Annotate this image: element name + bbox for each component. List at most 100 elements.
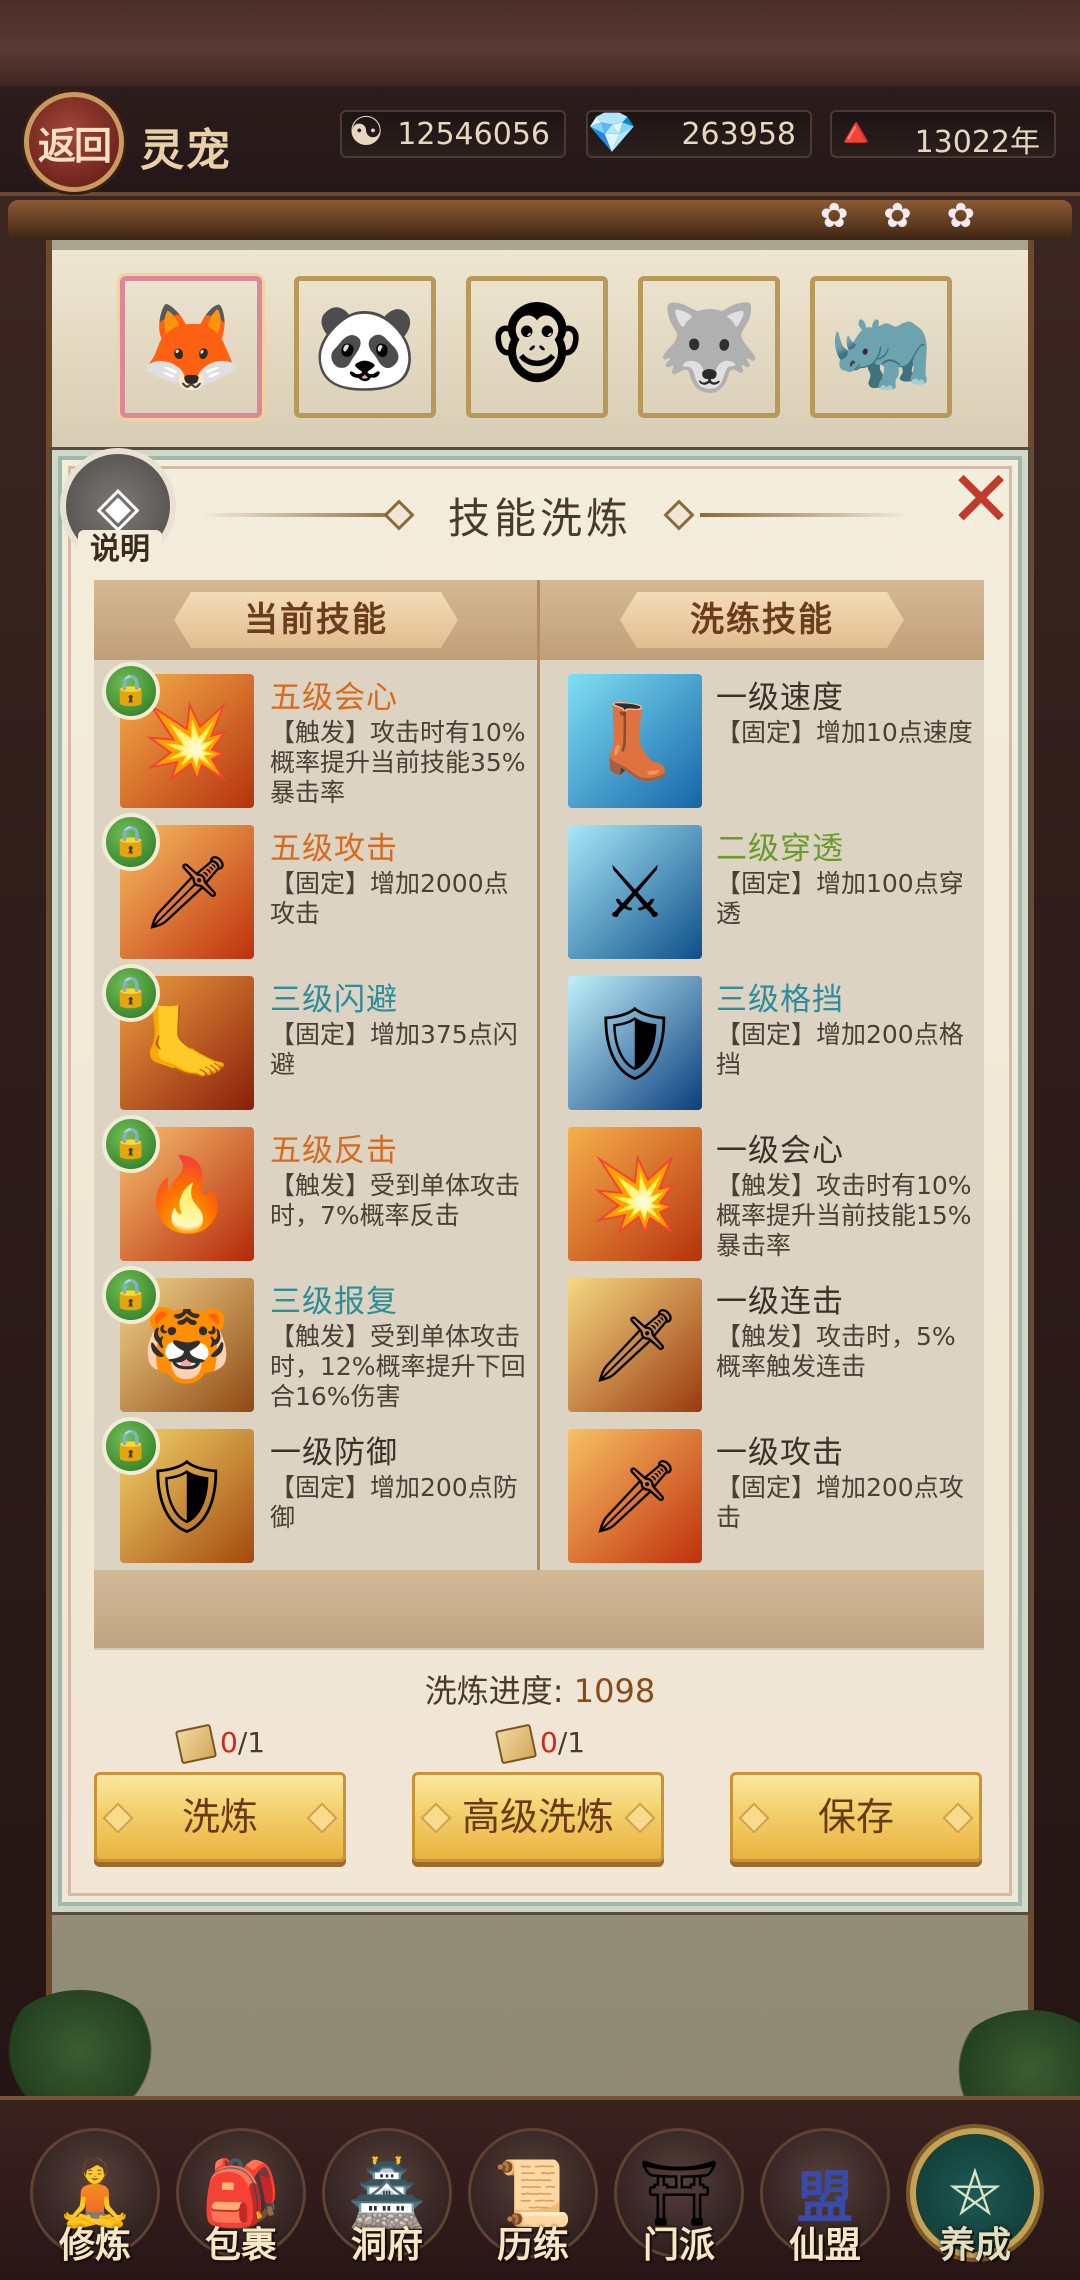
help-diamond-icon: ◈ [96,473,140,539]
pet-slot-white-fox[interactable]: 🦊 [120,276,262,418]
lock-icon[interactable]: 🔒 [102,1115,160,1173]
skill-description: 【触发】攻击时有10%概率提升当前技能35%暴击率 [270,718,526,807]
current-skill-row[interactable]: 🦶 🔒 三级闪避 【固定】增加375点闪避 [94,964,538,1114]
nav-label: 门派 [642,2225,715,2266]
lock-icon[interactable]: 🔒 [102,1266,160,1324]
skill-description: 【触发】攻击时，5%概率触发连击 [716,1322,956,1381]
skill-description: 【触发】攻击时有10%概率提升当前技能15%暴击率 [716,1171,972,1260]
lock-icon[interactable]: 🔒 [102,662,160,720]
pet-slot-monkey[interactable]: 🐵 [466,276,608,418]
advanced-refine-button[interactable]: 高级洗炼 [412,1772,664,1862]
cost-have: 0 [540,1726,558,1759]
penetration-icon: ⚔ [568,825,702,959]
skill-name: 五级攻击 [270,831,398,867]
lock-icon[interactable]: 🔒 [102,1417,160,1475]
refine-skill-row: 🗡 一级攻击 【固定】增加200点攻击 [540,1417,984,1567]
nav-nurture[interactable]: ⛤ 养成 [910,2128,1040,2268]
skill-name: 三级格挡 [716,982,844,1018]
refine-skill-row: 🛡 三级格挡 【固定】增加200点格挡 [540,964,984,1114]
refine-book-icon [174,1723,218,1765]
refine-skills-title: 洗练技能 [620,592,904,648]
nav-label: 仙盟 [788,2225,861,2266]
cost-need: /1 [237,1726,266,1759]
skill-name: 三级报复 [270,1284,398,1320]
resource-coins: ☯ 12546056 [340,109,566,158]
current-skill-row[interactable]: 🐯 🔒 三级报复 【触发】受到单体攻击时，12%概率提升下回合16%伤害 [94,1266,538,1416]
monkey-portrait-icon: 🐵 [488,298,586,396]
refine-skills-header: 洗练技能 [540,580,984,660]
skill-name: 一级会心 [716,1133,844,1169]
nav-label: 洞府 [350,2225,423,2266]
skill-description: 【触发】受到单体攻击时，7%概率反击 [270,1171,521,1230]
pet-slot-wolf[interactable]: 🐺 [638,276,780,418]
refine-skill-row: 🗡 一级连击 【触发】攻击时，5%概率触发连击 [540,1266,984,1416]
skill-name: 五级反击 [270,1133,398,1169]
back-button[interactable]: 返回 [24,92,124,192]
resource-crystals: 💎 263958 [586,110,812,158]
skill-description: 【触发】受到单体攻击时，12%概率提升下回合16%伤害 [270,1322,526,1411]
pet-slot-panda[interactable]: 🐼 [294,276,436,418]
current-skills-column: 💥 🔒 五级会心 【触发】攻击时有10%概率提升当前技能35%暴击率 🗡 🔒 五… [94,660,538,1570]
pet-slot-armored-beast[interactable]: 🦏 [810,276,952,418]
nav-bag[interactable]: 🎒 包裹 [176,2128,306,2268]
nav-label: 历练 [496,2225,569,2266]
lock-icon[interactable]: 🔒 [102,964,160,1022]
nav-label: 养成 [938,2225,1011,2266]
white-fox-portrait-icon: 🦊 [138,297,244,396]
skill-description: 【固定】增加200点格挡 [716,1020,964,1079]
flaming-sword-icon: 🗡 [568,1429,702,1563]
page-title: 灵宠 [140,125,232,176]
crystal-icon: 💎 [587,109,637,156]
close-button[interactable]: ✕ [946,461,1016,539]
panda-portrait-icon: 🐼 [312,297,418,396]
refine-cost: 0/1 [174,1723,266,1766]
advanced-refine-cost: 0/1 [494,1723,586,1766]
nav-alliance[interactable]: 盟 仙盟 [760,2128,890,2268]
critical-strike-icon: 💥 [568,1127,702,1261]
wolf-portrait-icon: 🐺 [656,297,762,396]
nav-cave[interactable]: 🏯 洞府 [322,2128,452,2268]
resource-years-value: 13022年 [914,125,1040,160]
refine-button[interactable]: 洗炼 [94,1772,346,1862]
refine-progress: 洗炼进度: 1098 [52,1666,1028,1712]
save-button[interactable]: 保存 [730,1772,982,1862]
refine-skill-row: 👢 一级速度 【固定】增加10点速度 [540,662,984,812]
nav-cultivate[interactable]: 🧘 修炼 [30,2128,160,2268]
skill-name: 三级闪避 [270,982,398,1018]
resource-coins-value: 12546056 [397,117,550,152]
skill-description: 【固定】增加2000点攻击 [270,869,509,928]
current-skill-row[interactable]: 💥 🔒 五级会心 【触发】攻击时有10%概率提升当前技能35%暴击率 [94,662,538,812]
resource-years: 🔺 13022年 [830,110,1056,160]
pine-tree-decoration-left [0,1990,160,2110]
combo-blades-icon: 🗡 [568,1278,702,1412]
skill-name: 一级速度 [716,680,844,716]
lock-icon[interactable]: 🔒 [102,813,160,871]
progress-label: 洗炼进度: [424,1672,564,1710]
refine-skill-row: ⚔ 二级穿透 【固定】增加100点穿透 [540,813,984,963]
nav-training[interactable]: 📜 历练 [468,2128,598,2268]
resource-crystals-value: 263958 [681,117,796,152]
current-skill-row[interactable]: 🔥 🔒 五级反击 【触发】受到单体攻击时，7%概率反击 [94,1115,538,1265]
current-skills-title: 当前技能 [174,592,458,648]
refine-skill-row: 💥 一级会心 【触发】攻击时有10%概率提升当前技能15%暴击率 [540,1115,984,1265]
skills-footer-bar [94,1570,984,1648]
skill-description: 【固定】增加200点防御 [270,1473,518,1532]
taiji-coin-icon: ☯ [348,109,384,155]
top-header: 返回 灵宠 ☯ 12546056 💎 263958 🔺 13022年 [0,86,1080,196]
nav-label: 包裹 [204,2225,277,2266]
current-skill-row[interactable]: 🗡 🔒 五级攻击 【固定】增加2000点攻击 [94,813,538,963]
skill-name: 一级防御 [270,1435,398,1471]
skill-description: 【固定】增加200点攻击 [716,1473,964,1532]
cost-have: 0 [220,1726,238,1759]
help-label[interactable]: 说明 [78,530,162,570]
nav-label: 修炼 [58,2225,131,2266]
nav-sect[interactable]: ⛩ 门派 [614,2128,744,2268]
current-skill-row[interactable]: 🛡 🔒 一级防御 【固定】增加200点防御 [94,1417,538,1567]
skill-name: 五级会心 [270,680,398,716]
cost-need: /1 [557,1726,586,1759]
skill-description: 【固定】增加100点穿透 [716,869,964,928]
block-icon: 🛡 [568,976,702,1110]
skill-name: 二级穿透 [716,831,844,867]
speed-boot-icon: 👢 [568,674,702,808]
progress-value: 1098 [573,1672,656,1710]
